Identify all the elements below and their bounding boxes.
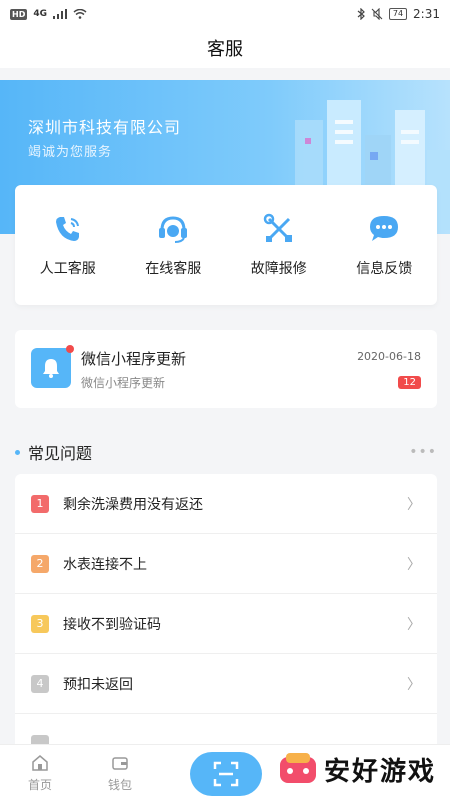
notice-icon-box (31, 345, 74, 388)
chevron-right-icon: 〉 (407, 616, 421, 633)
tab-wallet-label: 钱包 (107, 777, 132, 792)
watermark-text: 安好游戏 (323, 756, 436, 787)
faq-item-partial[interactable] (15, 714, 437, 744)
repair-tools-icon (263, 213, 292, 242)
hd-badge: HD (10, 8, 28, 20)
clock: 2:31 (413, 7, 440, 21)
faq-text: 接收不到验证码 (63, 616, 161, 633)
chevron-right-icon: 〉 (407, 496, 421, 513)
company-name: 深圳市科技有限公司 (28, 118, 182, 137)
faq-number: 3 (31, 614, 49, 633)
bluetooth-icon (357, 8, 365, 20)
status-left: HD 4G (10, 8, 87, 20)
faq-item[interactable]: 1 剩余洗澡费用没有返还 〉 (15, 474, 437, 534)
service-label-feedback: 信息反馈 (356, 261, 413, 277)
company-slogan: 竭诚为您服务 (28, 145, 113, 160)
battery-indicator: 74 (388, 8, 408, 20)
notice-desc: 微信小程序更新 (81, 376, 166, 390)
mute-icon (371, 8, 383, 20)
faq-dot (15, 449, 20, 455)
signal-indicator: 4G (33, 9, 47, 19)
home-icon (32, 754, 48, 771)
wallet-icon (112, 756, 128, 770)
faq-text: 水表连接不上 (63, 556, 147, 573)
faq-item[interactable]: 4 预扣未返回 〉 (15, 654, 437, 714)
more-button[interactable]: ••• (409, 444, 437, 460)
notice-date: 2020-06-18 (357, 350, 421, 363)
bottom-tab-bar: 首页 钱包 安好游戏 (0, 744, 450, 800)
status-bar: HD 4G 74 2:31 (0, 0, 450, 28)
faq-list: 1 剩余洗澡费用没有返还 〉 2 水表连接不上 〉 3 接收不到验证码 〉 4 … (15, 474, 437, 744)
faq-number: 1 (31, 494, 49, 513)
faq-number: 4 (31, 674, 49, 693)
service-card: 人工客服 在线客服 故障报修 信息反馈 (15, 185, 437, 305)
faq-number (31, 735, 49, 744)
service-item-online[interactable]: 在线客服 (128, 212, 218, 278)
notice-count-badge: 12 (398, 376, 421, 389)
service-label-online: 在线客服 (145, 261, 202, 277)
faq-text: 剩余洗澡费用没有返还 (63, 496, 203, 513)
watermark: 安好游戏 (278, 749, 436, 789)
service-item-repair[interactable]: 故障报修 (234, 212, 324, 278)
faq-item[interactable]: 3 接收不到验证码 〉 (15, 594, 437, 654)
notice-card[interactable]: 微信小程序更新 微信小程序更新 2020-06-18 12 (15, 330, 437, 408)
wifi-icon (73, 9, 87, 19)
service-label-phone: 人工客服 (39, 261, 96, 277)
chevron-right-icon: 〉 (407, 676, 421, 693)
faq-title: 常见问题 (28, 444, 93, 463)
faq-header: 常见问题 ••• (15, 440, 437, 464)
service-item-feedback[interactable]: 信息反馈 (339, 212, 429, 278)
tab-wallet[interactable]: 钱包 (80, 753, 160, 793)
scan-button[interactable] (190, 752, 262, 796)
bell-icon (43, 359, 59, 378)
phone-icon (55, 217, 79, 241)
service-item-phone[interactable]: 人工客服 (23, 212, 113, 278)
service-label-repair: 故障报修 (250, 261, 307, 277)
faq-item[interactable]: 2 水表连接不上 〉 (15, 534, 437, 594)
signal-bars-icon (53, 9, 67, 19)
tab-home[interactable]: 首页 (0, 753, 80, 793)
faq-number: 2 (31, 554, 49, 573)
scan-icon (213, 761, 239, 787)
unread-dot (66, 345, 74, 353)
game-controller-icon (279, 753, 316, 783)
status-right: 74 2:31 (357, 7, 440, 21)
chevron-right-icon: 〉 (407, 556, 421, 573)
page-title-bar: 客服 (0, 28, 450, 68)
headset-icon (159, 216, 188, 243)
notice-title: 微信小程序更新 (81, 350, 187, 368)
tab-home-label: 首页 (27, 777, 52, 792)
faq-text: 预扣未返回 (63, 676, 133, 693)
chat-bubble-icon (370, 216, 399, 241)
page-title: 客服 (207, 39, 243, 60)
